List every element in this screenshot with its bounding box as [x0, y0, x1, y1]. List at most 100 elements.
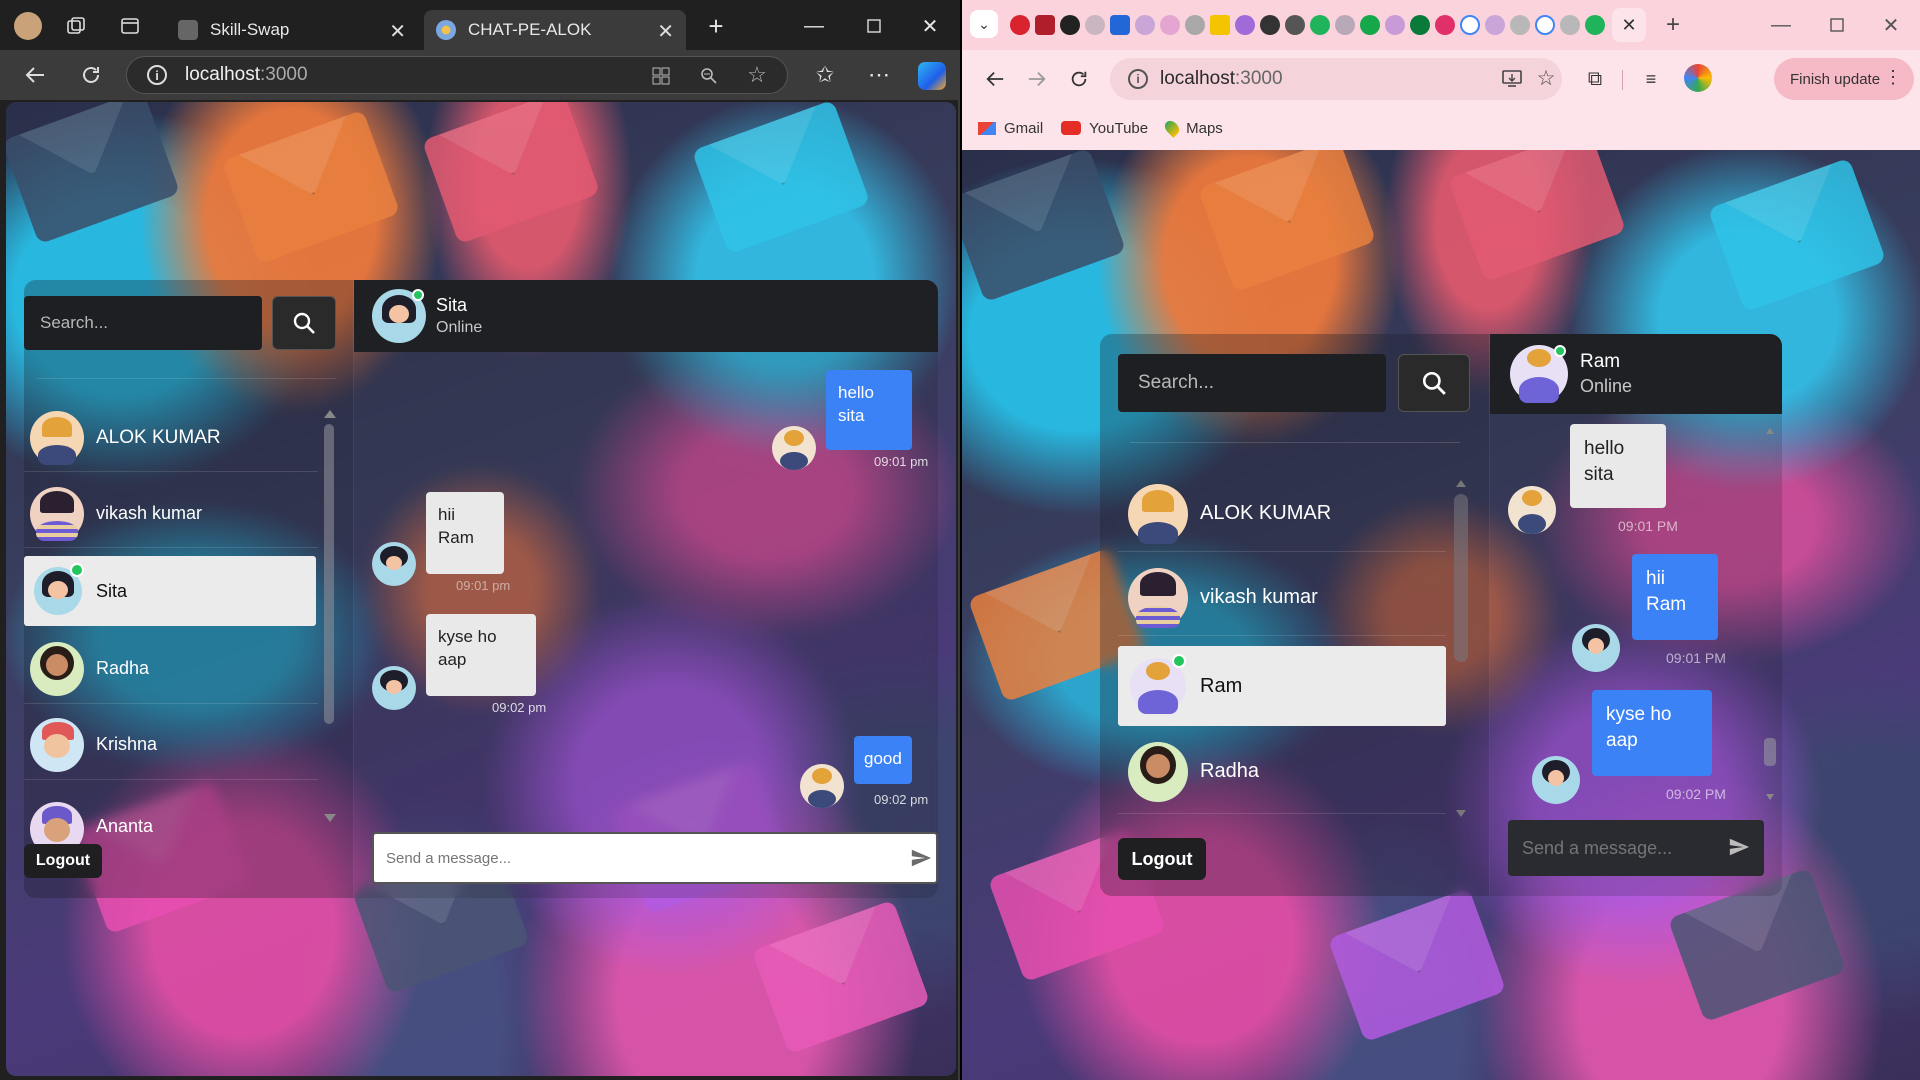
contact-vikash-kumar[interactable]: vikash kumar [1118, 560, 1446, 636]
profile-icon[interactable] [1684, 64, 1712, 92]
contact-vikash-kumar[interactable]: vikash kumar [24, 480, 318, 548]
scroll-thumb[interactable] [324, 424, 334, 724]
contact-krishna[interactable]: Krishna [24, 710, 318, 780]
more-menu-icon[interactable]: ⋯ [866, 62, 892, 88]
bookmark-star-icon[interactable]: ☆ [1534, 66, 1558, 90]
reload-icon[interactable] [1066, 66, 1092, 92]
contacts-scroll-thumb[interactable] [1454, 494, 1468, 662]
chat-scroll-up-icon[interactable] [1766, 428, 1774, 434]
finish-update-button[interactable]: Finish update ⋮ [1774, 58, 1914, 100]
reload-icon[interactable] [78, 62, 104, 88]
favorite-star-icon[interactable]: ☆ [745, 62, 769, 87]
site-info-icon[interactable]: i [147, 65, 167, 85]
send-icon[interactable] [910, 847, 932, 869]
search-input[interactable] [24, 296, 262, 350]
logout-button[interactable]: Logout [24, 844, 102, 878]
favicon-icon[interactable] [1585, 15, 1605, 35]
send-icon[interactable] [1728, 836, 1750, 858]
favicon-icon[interactable] [1035, 15, 1055, 35]
address-bar[interactable]: i localhost:3000 ☆ [1110, 58, 1562, 100]
tab-actions-icon[interactable] [118, 14, 142, 38]
message-input-box[interactable] [1508, 820, 1764, 876]
favicon-icon[interactable] [1060, 15, 1080, 35]
favicon-icon[interactable] [1210, 15, 1230, 35]
scroll-down-icon[interactable] [324, 814, 336, 822]
bookmark-gmail[interactable]: Gmail [978, 120, 1043, 137]
message-input[interactable] [386, 834, 890, 882]
maximize-icon[interactable] [1824, 12, 1850, 38]
maximize-icon[interactable] [862, 14, 886, 38]
minimize-icon[interactable]: — [1768, 12, 1794, 38]
message-input-box[interactable] [372, 832, 938, 884]
favicon-icon[interactable] [1135, 15, 1155, 35]
copilot-icon[interactable] [918, 62, 946, 90]
favicon-icon[interactable] [1360, 15, 1380, 35]
favicon-icon[interactable] [1010, 15, 1030, 35]
favicon-icon[interactable] [1260, 15, 1280, 35]
favicon-icon[interactable] [1310, 15, 1330, 35]
contact-radha[interactable]: Radha [1118, 730, 1446, 814]
address-bar[interactable]: i localhost:3000 ☆ [126, 56, 788, 94]
search-button[interactable] [272, 296, 336, 350]
more-menu-icon[interactable]: ⋮ [1884, 67, 1902, 88]
favicon-icon[interactable] [1160, 15, 1180, 35]
chat-scroll-down-icon[interactable] [1766, 794, 1774, 800]
back-icon[interactable] [22, 62, 48, 88]
contact-alok-kumar[interactable]: ALOK KUMAR [24, 404, 318, 472]
message-input[interactable] [1522, 820, 1718, 876]
forward-icon[interactable] [1024, 66, 1050, 92]
scroll-down-icon[interactable] [1456, 810, 1466, 817]
active-tab-close-icon[interactable]: ✕ [1612, 8, 1646, 42]
contacts-scrollbar[interactable] [324, 410, 336, 724]
tab-chat-pe-alok[interactable]: CHAT-PE-ALOK ✕ [424, 10, 686, 50]
favicon-icon[interactable] [1435, 15, 1455, 35]
favicon-icon[interactable] [1335, 15, 1355, 35]
chat-scroll-thumb[interactable] [1764, 738, 1776, 766]
favorites-icon[interactable]: ✩ [812, 62, 838, 88]
media-queue-icon[interactable]: ≡ [1638, 66, 1664, 92]
close-tab-icon[interactable]: ✕ [657, 19, 674, 44]
close-window-icon[interactable]: ✕ [918, 14, 942, 38]
extensions-icon[interactable]: ⧉ [1582, 66, 1608, 92]
favicon-icon[interactable] [1185, 15, 1205, 35]
tab-search-icon[interactable]: ⌄ [970, 10, 998, 38]
bookmark-youtube[interactable]: YouTube [1061, 120, 1148, 137]
bookmark-maps[interactable]: Maps [1162, 118, 1223, 138]
contact-name: vikash kumar [1200, 586, 1318, 608]
favicon-icon[interactable] [1110, 15, 1130, 35]
tab-skill-swap[interactable]: Skill-Swap ✕ [166, 10, 418, 50]
scroll-up-icon[interactable] [1456, 480, 1466, 487]
logout-button[interactable]: Logout [1118, 838, 1206, 880]
search-input[interactable] [1118, 354, 1386, 412]
tab-label: CHAT-PE-ALOK [468, 20, 592, 39]
contact-sita[interactable]: Sita [24, 556, 316, 626]
favicon-icon[interactable] [1510, 15, 1530, 35]
favicon-icon[interactable] [1285, 15, 1305, 35]
favicon-icon[interactable] [1485, 15, 1505, 35]
favicon-icon[interactable] [1235, 15, 1255, 35]
zoom-icon[interactable] [697, 64, 721, 88]
contact-radha[interactable]: Radha [24, 634, 318, 704]
back-icon[interactable] [982, 66, 1008, 92]
scroll-up-icon[interactable] [324, 410, 336, 418]
new-tab-icon[interactable]: + [1660, 11, 1686, 38]
minimize-icon[interactable]: — [802, 14, 826, 38]
contact-alok-kumar[interactable]: ALOK KUMAR [1118, 476, 1446, 552]
contact-ram[interactable]: Ram [1118, 646, 1446, 726]
favicon-icon[interactable] [1085, 15, 1105, 35]
close-tab-icon[interactable]: ✕ [389, 19, 406, 44]
app-available-icon[interactable] [649, 64, 673, 88]
workspaces-icon[interactable] [64, 14, 88, 38]
favicon-icon[interactable] [1410, 15, 1430, 35]
contact-ananta[interactable]: Ananta [24, 790, 318, 850]
favicon-icon[interactable] [1560, 15, 1580, 35]
favicon-icon[interactable] [1535, 15, 1555, 35]
install-app-icon[interactable] [1500, 67, 1524, 91]
new-tab-icon[interactable]: + [704, 11, 728, 41]
profile-avatar-icon[interactable] [14, 12, 42, 40]
close-window-icon[interactable]: ✕ [1878, 12, 1904, 38]
favicon-icon[interactable] [1460, 15, 1480, 35]
favicon-icon[interactable] [1385, 15, 1405, 35]
search-button[interactable] [1398, 354, 1470, 412]
site-info-icon[interactable]: i [1128, 69, 1148, 89]
